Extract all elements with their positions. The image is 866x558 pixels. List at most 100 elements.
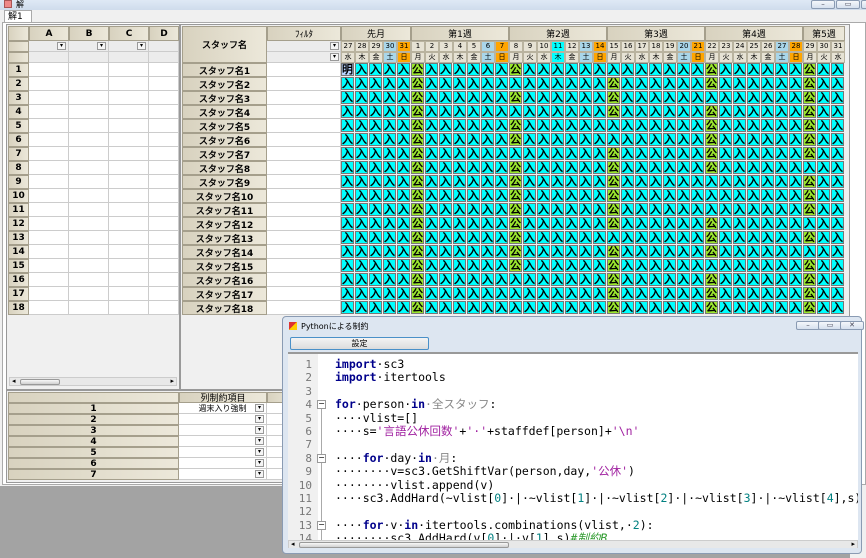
shift-cell[interactable]: 入 [383, 301, 396, 314]
shift-cell[interactable]: 入 [439, 133, 452, 146]
shift-cell[interactable]: 入 [453, 217, 466, 230]
shift-cell[interactable]: 入 [467, 217, 480, 230]
shift-cell[interactable]: 入 [523, 175, 536, 188]
shift-cell[interactable]: 入 [467, 301, 480, 314]
shift-cell[interactable]: 入 [691, 245, 704, 258]
shift-cell[interactable]: 入 [537, 105, 550, 118]
shift-cell[interactable]: 入 [817, 301, 830, 314]
shift-cell-off[interactable]: 公 [607, 273, 620, 286]
shift-cell[interactable]: 入 [761, 259, 774, 272]
constraint-row-header[interactable]: 3 [8, 425, 179, 436]
shift-cell[interactable]: 入 [719, 105, 732, 118]
shift-cell[interactable]: 入 [677, 273, 690, 286]
filter-dropdown-icon[interactable]: ▾ [97, 42, 106, 50]
shift-cell[interactable]: 入 [663, 175, 676, 188]
shift-cell[interactable]: 入 [341, 203, 354, 216]
shift-cell[interactable]: 入 [523, 259, 536, 272]
staff-name[interactable]: スタッフ名4 [182, 105, 267, 119]
shift-cell[interactable]: 入 [677, 161, 690, 174]
grid-cell[interactable] [69, 217, 109, 231]
row-header[interactable]: 8 [8, 161, 29, 175]
row-header[interactable]: 2 [8, 77, 29, 91]
shift-cell[interactable]: 入 [831, 133, 844, 146]
shift-cell[interactable]: 入 [355, 287, 368, 300]
grid-cell[interactable] [109, 105, 149, 119]
shift-cell[interactable]: 入 [831, 63, 844, 76]
shift-cell[interactable]: 入 [369, 273, 382, 286]
shift-cell[interactable]: 入 [537, 133, 550, 146]
shift-cell[interactable]: 入 [789, 105, 802, 118]
shift-cell[interactable]: 入 [719, 203, 732, 216]
shift-cell[interactable]: 入 [831, 161, 844, 174]
shift-cell-off[interactable]: 公 [509, 245, 522, 258]
shift-cell[interactable]: 入 [481, 273, 494, 286]
shift-cell[interactable]: 入 [523, 231, 536, 244]
shift-cell[interactable]: 入 [705, 91, 718, 104]
shift-cell-off[interactable]: 公 [705, 273, 718, 286]
shift-cell[interactable]: 入 [551, 147, 564, 160]
shift-cell[interactable]: 入 [621, 77, 634, 90]
shift-cell[interactable]: 入 [439, 245, 452, 258]
shift-cell[interactable]: 入 [551, 91, 564, 104]
shift-cell[interactable]: 入 [397, 301, 410, 314]
shift-cell[interactable]: 入 [803, 161, 816, 174]
shift-cell[interactable]: 入 [439, 105, 452, 118]
shift-cell[interactable]: 入 [663, 189, 676, 202]
shift-cell-off[interactable]: 公 [705, 161, 718, 174]
grid-cell[interactable] [69, 287, 109, 301]
shift-cell[interactable]: 入 [747, 161, 760, 174]
shift-cell[interactable]: 入 [551, 63, 564, 76]
grid-cell[interactable] [29, 245, 69, 259]
shift-cell-off[interactable]: 公 [705, 105, 718, 118]
shift-cell[interactable]: 入 [621, 217, 634, 230]
shift-cell[interactable]: 入 [495, 217, 508, 230]
shift-cell[interactable]: 入 [523, 217, 536, 230]
weekday[interactable]: 日 [789, 52, 803, 63]
weekday[interactable]: 水 [831, 52, 845, 63]
weekday[interactable]: 日 [397, 52, 411, 63]
shift-cell[interactable]: 入 [733, 147, 746, 160]
shift-cell[interactable]: 入 [341, 259, 354, 272]
shift-cell[interactable]: 入 [579, 189, 592, 202]
shift-cell[interactable]: 入 [551, 287, 564, 300]
shift-cell[interactable]: 入 [789, 287, 802, 300]
dropdown-arrow-icon[interactable]: ▾ [255, 437, 264, 445]
grid-cell[interactable] [149, 231, 179, 245]
grid-cell[interactable] [149, 63, 179, 77]
shift-cell[interactable]: 入 [495, 189, 508, 202]
shift-cell[interactable]: 入 [439, 217, 452, 230]
shift-cell[interactable]: 入 [523, 133, 536, 146]
shift-cell[interactable]: 入 [495, 259, 508, 272]
weekday[interactable]: 金 [565, 52, 579, 63]
shift-cell[interactable]: 入 [593, 245, 606, 258]
shift-cell[interactable]: 入 [775, 231, 788, 244]
shift-cell[interactable]: 入 [747, 119, 760, 132]
shift-cell[interactable]: 入 [761, 189, 774, 202]
day-number[interactable]: 6 [481, 41, 495, 52]
shift-cell[interactable]: 入 [495, 175, 508, 188]
shift-cell[interactable]: 入 [677, 231, 690, 244]
shift-cell[interactable]: 入 [355, 77, 368, 90]
shift-cell[interactable]: 入 [747, 217, 760, 230]
shift-cell[interactable]: 入 [761, 175, 774, 188]
day-number[interactable]: 1 [411, 41, 425, 52]
shift-cell-off[interactable]: 公 [607, 91, 620, 104]
shift-cell[interactable]: 入 [691, 91, 704, 104]
shift-cell[interactable]: 入 [551, 77, 564, 90]
shift-cell[interactable]: 入 [369, 133, 382, 146]
shift-cell[interactable]: 入 [439, 287, 452, 300]
shift-cell[interactable]: 入 [677, 147, 690, 160]
filter-cell[interactable] [267, 119, 341, 133]
shift-cell[interactable]: 入 [397, 91, 410, 104]
shift-cell[interactable]: 入 [579, 245, 592, 258]
shift-cell[interactable]: 入 [775, 147, 788, 160]
shift-cell[interactable]: 入 [551, 231, 564, 244]
shift-cell[interactable]: 入 [649, 273, 662, 286]
shift-cell[interactable]: 入 [509, 147, 522, 160]
shift-cell[interactable]: 入 [495, 273, 508, 286]
shift-cell-off[interactable]: 公 [509, 231, 522, 244]
shift-cell-off[interactable]: 公 [411, 245, 424, 258]
weekday[interactable]: 金 [467, 52, 481, 63]
shift-cell[interactable]: 入 [565, 91, 578, 104]
shift-cell[interactable]: 入 [537, 189, 550, 202]
